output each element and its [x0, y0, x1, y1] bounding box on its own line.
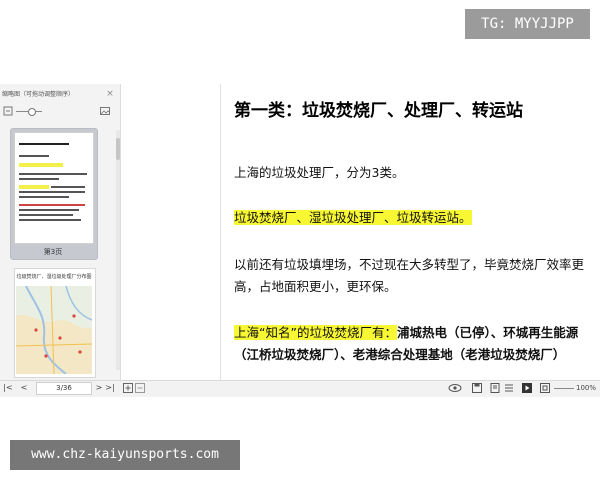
zoom-slider[interactable] [554, 388, 574, 389]
list-view-icon[interactable] [504, 383, 514, 393]
thumbnail-page-label: 第3页 [43, 248, 63, 256]
sidebar-scrollbar-thumb[interactable] [116, 138, 120, 160]
thumbnail-page-preview [14, 132, 94, 244]
sidebar-scrollbar[interactable] [116, 130, 120, 370]
fit-page-icon[interactable] [540, 383, 550, 393]
close-icon[interactable]: × [104, 88, 116, 100]
website-watermark: www.chz-kaiyunsports.com [10, 440, 240, 470]
last-page-button[interactable]: >| [104, 381, 116, 395]
slider-handle[interactable] [28, 108, 36, 116]
thumbnail-map-title: 垃圾焚烧厂、湿垃圾处理厂分布图 [16, 274, 92, 280]
sidebar-title: 缩略图（可拖动调整顺序） [2, 91, 75, 98]
image-icon[interactable] [100, 106, 110, 116]
zoom-level: 100% [575, 384, 596, 392]
next-page-button[interactable]: > [94, 381, 104, 395]
add-page-icon[interactable] [123, 383, 133, 393]
page-view-icon[interactable] [490, 383, 500, 393]
previous-page-button[interactable]: < [18, 381, 30, 395]
telegram-tag: TG: MYYJJPP [465, 9, 590, 39]
document-heading: 第一类：垃圾焚烧厂、处理厂、转运站 [234, 101, 523, 121]
paragraph-3: 以前还有垃圾填埋场，不过现在大多转型了，毕竟焚烧厂效率更高，占地面积更小，更环保… [234, 257, 585, 294]
read-mode-icon[interactable] [448, 383, 462, 393]
remove-page-icon[interactable] [135, 383, 145, 393]
page-number-input[interactable]: 3/36 [36, 382, 92, 395]
play-icon[interactable] [522, 383, 532, 393]
paragraph-1: 上海的垃圾处理厂，分为3类。 [234, 165, 405, 180]
paragraph-4: 上海“知名”的垃圾焚烧厂有：浦城热电（已停）、环城再生能源（江桥垃圾焚烧厂）、老… [234, 322, 590, 366]
paragraph-2: 垃圾焚烧厂、湿垃圾处理厂、垃圾转运站。 [234, 207, 590, 229]
save-icon[interactable] [472, 383, 482, 393]
map-thumbnail-image [16, 286, 92, 374]
first-page-button[interactable]: |< [2, 381, 14, 395]
highlighted-text: 上海“知名”的垃圾焚烧厂有： [234, 325, 397, 340]
highlighted-text: 垃圾焚烧厂、湿垃圾处理厂、垃圾转运站。 [234, 210, 472, 225]
zoom-out-icon[interactable] [3, 106, 13, 116]
